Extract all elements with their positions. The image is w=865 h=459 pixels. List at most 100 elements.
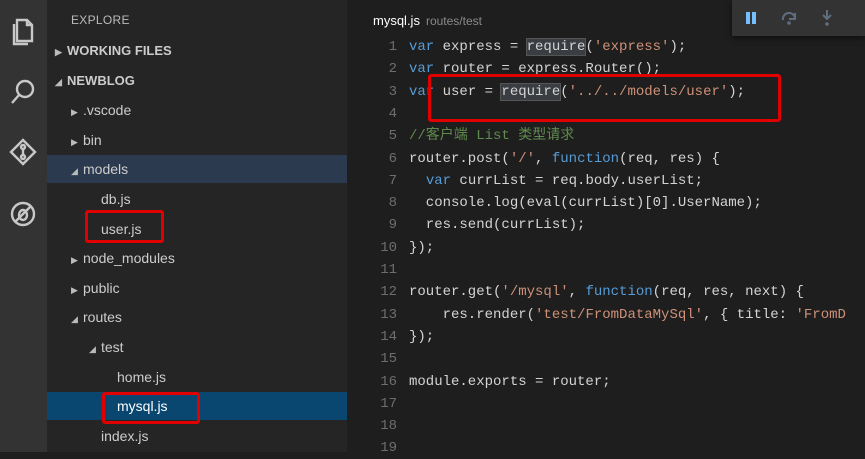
code-token: (req, res, next) { (652, 284, 804, 301)
tree-item[interactable]: ◢ routes (47, 303, 347, 331)
code-token: , (535, 150, 552, 167)
step-over-icon[interactable] (778, 8, 800, 28)
code-line: 10}); (347, 237, 865, 259)
chevron-right-icon: ▶ (71, 255, 78, 266)
code-line: 16 module.exports = router; (347, 371, 865, 393)
code-token: //客户端 List 类型请求 (409, 128, 575, 145)
line-number: 17 (380, 395, 397, 412)
code-line: 6 router.post('/', function(req, res) { (347, 148, 865, 170)
line-number: 11 (380, 262, 397, 278)
tree-item[interactable]: ▶ WORKING FILES (47, 37, 347, 65)
tree-item-label: bin (83, 131, 102, 148)
line-number: 2 (388, 61, 397, 78)
line-number: 3 (388, 83, 397, 100)
debug-icon[interactable] (5, 196, 41, 232)
step-into-icon[interactable] (816, 8, 838, 28)
line-number: 13 (380, 306, 397, 323)
tree-item[interactable]: home.js (47, 363, 347, 391)
explorer-sidebar: EXPLORE ▶ WORKING FILES ◢ NEWBLOG ▶ .vscode ▶ b… (47, 0, 347, 452)
chevron-right-icon: ▶ (71, 136, 78, 147)
activity-bar (0, 0, 47, 452)
code-token: ( (585, 39, 594, 55)
debug-toolbar (732, 0, 865, 36)
tree-item[interactable]: ▶ .vscode (47, 96, 347, 124)
code-line: 14}); (347, 326, 865, 348)
code-line: 1 var express = require('express'); (347, 36, 865, 58)
line-number: 1 (388, 39, 397, 55)
highlight-box-require-line (428, 74, 781, 122)
git-icon[interactable] (5, 134, 41, 170)
editor-title: mysql.js routes/test (373, 13, 482, 28)
tree-item-label: public (83, 279, 120, 296)
code-token: function (551, 150, 620, 167)
code-token: express = (442, 39, 527, 55)
code-token: require (525, 38, 587, 56)
tree-item-label: home.js (117, 368, 167, 385)
code-token: , (568, 284, 586, 301)
line-number: 9 (388, 217, 397, 234)
tree-item[interactable]: ◢ NEWBLOG (47, 67, 347, 95)
code-token: function (585, 284, 653, 301)
tree-item[interactable]: index.js (47, 422, 347, 450)
code-token: var (409, 39, 443, 55)
chevron-right-icon: ▶ (71, 107, 78, 118)
code-token: '/mysql' (501, 284, 569, 301)
line-number: 6 (388, 150, 397, 167)
line-number: 5 (388, 128, 397, 145)
line-number: 4 (388, 105, 397, 122)
code-token: console.log(eval(currList)[0].UserName); (409, 195, 762, 212)
code-line: 19 (347, 437, 865, 459)
line-number: 16 (380, 373, 397, 390)
chevron-right-icon: ▶ (55, 47, 62, 57)
explorer-title: EXPLORE (71, 13, 130, 27)
tree-item-label: index.js (101, 427, 149, 444)
code-token: , { title: (703, 306, 796, 323)
code-token: 'express' (593, 39, 670, 55)
code-line: 18 (347, 415, 865, 437)
pause-icon[interactable] (740, 8, 762, 28)
code-line: 13 res.render('test/FromDataMySql', { ti… (347, 304, 865, 326)
code-line: 17 (347, 393, 865, 415)
tree-item[interactable]: ▶ public (47, 274, 347, 302)
tree-item-label: test (101, 339, 124, 355)
code-token: router.get( (409, 284, 502, 301)
code-token: 'FromD (795, 306, 846, 323)
chevron-down-icon: ◢ (71, 166, 78, 177)
line-number: 10 (380, 239, 397, 256)
code-token: ); (669, 39, 687, 55)
tree-item[interactable]: db.js (47, 185, 347, 213)
chevron-down-icon: ◢ (55, 76, 62, 87)
line-number: 19 (380, 440, 397, 457)
code-line: 11 (347, 259, 865, 281)
line-number: 8 (388, 195, 397, 212)
code-token: currList = req.body.userList; (459, 172, 704, 189)
search-icon[interactable] (5, 74, 41, 110)
code-line: 15 (347, 348, 865, 370)
code-line: 8 console.log(eval(currList)[0].UserName… (347, 192, 865, 214)
line-number: 18 (380, 418, 397, 435)
code-token: (req, res) { (619, 150, 720, 167)
tree-item[interactable]: ▶ bin (47, 126, 347, 154)
tree-item-label: WORKING FILES (67, 43, 172, 58)
highlight-box-mysqljs (102, 392, 200, 424)
line-number: 15 (380, 351, 397, 368)
files-icon[interactable] (5, 14, 41, 50)
tree-item[interactable]: ◢ test (47, 333, 347, 361)
tree-item[interactable]: ▶ node_modules (47, 244, 347, 272)
code-token: res.render( (409, 306, 536, 323)
highlight-box-userjs (85, 210, 164, 243)
code-token: }); (409, 328, 435, 345)
code-line: 5 //客户端 List 类型请求 (347, 125, 865, 147)
chevron-right-icon: ▶ (71, 284, 78, 295)
tree-item-label: .vscode (83, 102, 132, 119)
code-token: res.send(currList); (409, 217, 586, 234)
line-number: 14 (380, 328, 397, 345)
chevron-down-icon: ◢ (71, 314, 78, 325)
tree-item[interactable]: ◢ models (47, 155, 347, 184)
code-token: }); (409, 239, 435, 256)
editor-filename[interactable]: mysql.js (373, 13, 420, 28)
tree-item-label: NEWBLOG (67, 72, 135, 88)
code-line: 12 router.get('/mysql', function(req, res… (347, 281, 865, 303)
code-token: 'test/FromDataMySql' (535, 306, 704, 323)
